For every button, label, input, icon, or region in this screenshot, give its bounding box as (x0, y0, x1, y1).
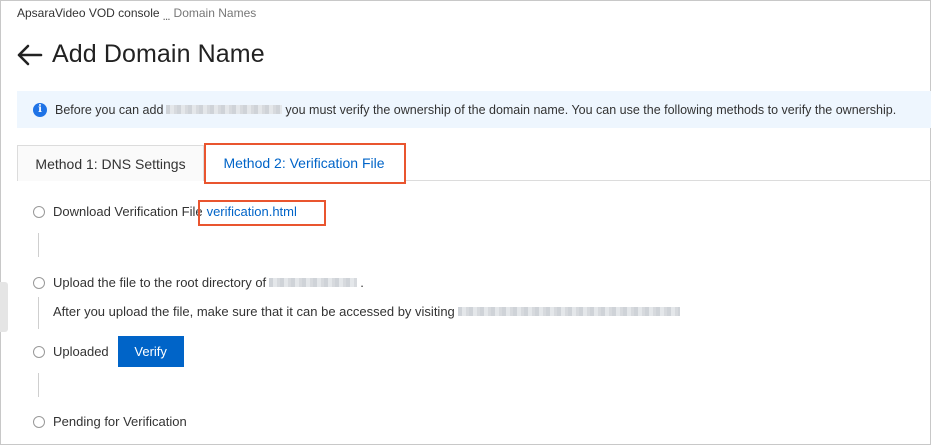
step-radio-download (33, 205, 45, 218)
step-radio-uploaded (33, 345, 45, 358)
tab-dns-settings[interactable]: Method 1: DNS Settings (17, 145, 204, 181)
step-download-label: Download Verification File (53, 204, 203, 219)
step-connector (38, 373, 39, 397)
step-uploaded: Uploaded Verify (33, 336, 184, 367)
step-upload-suffix: . (360, 275, 364, 290)
info-text-after: you must verify the ownership of the dom… (285, 102, 897, 117)
back-arrow-icon[interactable] (17, 44, 43, 66)
page-title: Add Domain Name (52, 40, 265, 68)
breadcrumb-item-domain-names[interactable]: Domain Names (174, 6, 257, 20)
step-radio-upload (33, 276, 45, 289)
title-row: Add Domain Name (17, 40, 265, 69)
breadcrumb-separator: ... (162, 9, 171, 23)
tab-verification-file[interactable]: Method 2: Verification File (204, 145, 404, 181)
step-upload: Upload the file to the root directory of… (33, 275, 364, 290)
info-icon: i (33, 102, 47, 117)
breadcrumb-item-console[interactable]: ApsaraVideo VOD console (17, 6, 160, 20)
step-uploaded-label: Uploaded (53, 344, 109, 359)
step-connector (38, 233, 39, 257)
step-download: Download Verification File verification.… (33, 204, 297, 219)
redacted-verification-url (457, 307, 680, 316)
upload-note: After you upload the file, make sure tha… (53, 304, 683, 319)
verify-button[interactable]: Verify (117, 336, 184, 367)
side-collapse-handle[interactable] (0, 282, 8, 332)
info-banner: i Before you can add you must verify the… (17, 91, 931, 128)
step-pending-label: Pending for Verification (53, 414, 187, 429)
redacted-root-directory (269, 278, 358, 287)
redacted-domain (166, 105, 283, 114)
breadcrumb: ApsaraVideo VOD console ... Domain Names (17, 6, 257, 23)
step-pending: Pending for Verification (33, 414, 187, 429)
step-connector (38, 297, 39, 329)
verification-file-link[interactable]: verification.html (207, 204, 297, 219)
step-upload-label: Upload the file to the root directory of (53, 275, 267, 290)
info-text-before: Before you can add (55, 102, 164, 117)
method-tabs: Method 1: DNS Settings Method 2: Verific… (17, 145, 931, 181)
upload-note-text: After you upload the file, make sure tha… (53, 304, 455, 319)
step-radio-pending (33, 415, 45, 428)
